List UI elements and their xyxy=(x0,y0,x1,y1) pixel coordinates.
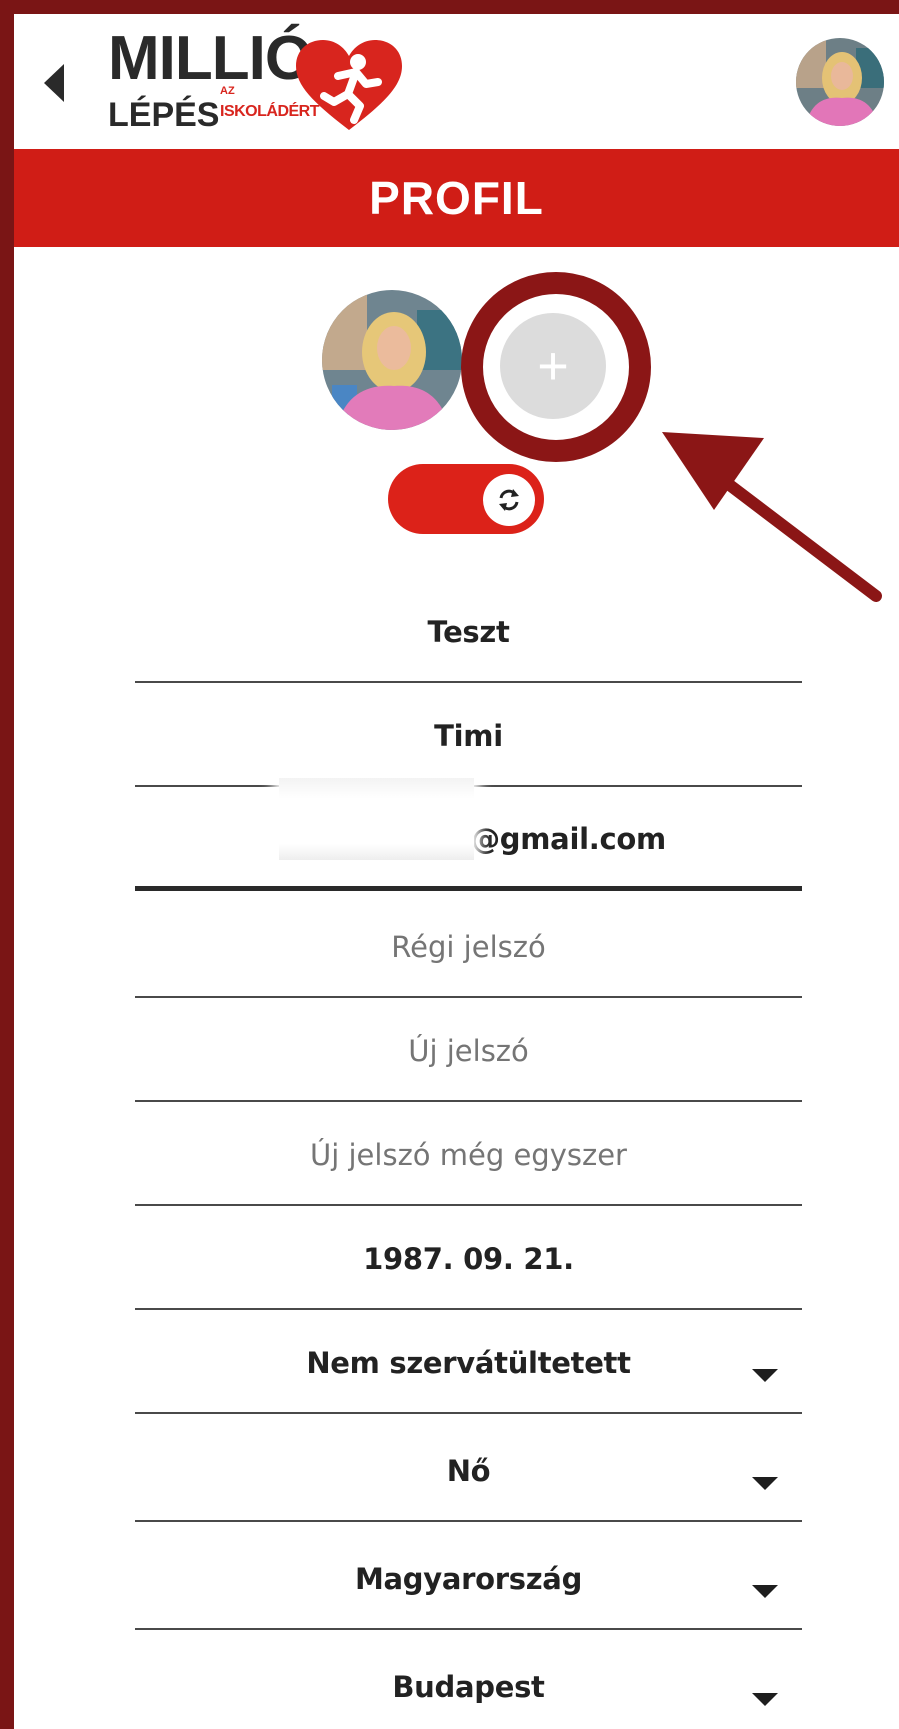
profile-photo[interactable] xyxy=(322,290,462,430)
new-password-again-field[interactable] xyxy=(135,1106,802,1206)
chevron-down-icon xyxy=(752,1369,778,1382)
chevron-down-icon xyxy=(752,1585,778,1598)
page-title-bar: PROFIL xyxy=(14,149,899,247)
first-name-value: Timi xyxy=(434,719,503,753)
sync-icon xyxy=(499,489,519,511)
birth-date-value: 1987. 09. 21. xyxy=(363,1242,574,1276)
last-name-value: Teszt xyxy=(427,615,510,649)
old-password-input[interactable] xyxy=(135,930,802,964)
redaction-mask xyxy=(279,778,474,860)
back-icon[interactable] xyxy=(44,64,64,102)
page-title: PROFIL xyxy=(369,172,544,224)
country-select[interactable]: Magyarország xyxy=(135,1530,802,1630)
first-name-field[interactable]: Timi xyxy=(135,687,802,787)
gender-value: Nő xyxy=(446,1454,491,1488)
annotation-arrow-icon xyxy=(662,432,882,602)
header-avatar[interactable] xyxy=(796,38,884,126)
add-photo-button[interactable]: + xyxy=(500,313,606,419)
avatar-photo-icon xyxy=(796,38,884,126)
last-name-field[interactable]: Teszt xyxy=(135,583,802,683)
new-password-again-input[interactable] xyxy=(135,1138,802,1172)
toggle-knob xyxy=(483,474,535,526)
chevron-down-icon xyxy=(752,1693,778,1706)
app-logo: MILLIÓ LÉPÉS AZ ISKOLÁDÉRT xyxy=(94,26,414,136)
visibility-toggle[interactable] xyxy=(388,464,544,534)
chevron-down-icon xyxy=(752,1477,778,1490)
new-password-input[interactable] xyxy=(135,1034,802,1068)
gender-select[interactable]: Nő xyxy=(135,1422,802,1522)
country-value: Magyarország xyxy=(354,1562,583,1596)
plus-icon: + xyxy=(537,336,569,396)
transplant-status-select[interactable]: Nem szervátültetett xyxy=(135,1314,802,1414)
logo-text-az: AZ xyxy=(220,85,235,97)
old-password-field[interactable] xyxy=(135,898,802,998)
logo-text-bottom: LÉPÉS xyxy=(108,96,220,134)
profile-photo-icon xyxy=(322,290,462,430)
app-header: MILLIÓ LÉPÉS AZ ISKOLÁDÉRT xyxy=(14,14,899,149)
logo-text-top: MILLIÓ xyxy=(108,24,313,93)
heart-runner-icon xyxy=(296,40,402,130)
transplant-status-value: Nem szervátültetett xyxy=(306,1346,631,1380)
new-password-field[interactable] xyxy=(135,1002,802,1102)
birth-date-field[interactable]: 1987. 09. 21. xyxy=(135,1210,802,1310)
city-select[interactable]: Budapest xyxy=(135,1638,802,1729)
app-screen: MILLIÓ LÉPÉS AZ ISKOLÁDÉRT PROFIL + Tesz… xyxy=(14,14,899,1729)
city-value: Budapest xyxy=(392,1670,545,1704)
